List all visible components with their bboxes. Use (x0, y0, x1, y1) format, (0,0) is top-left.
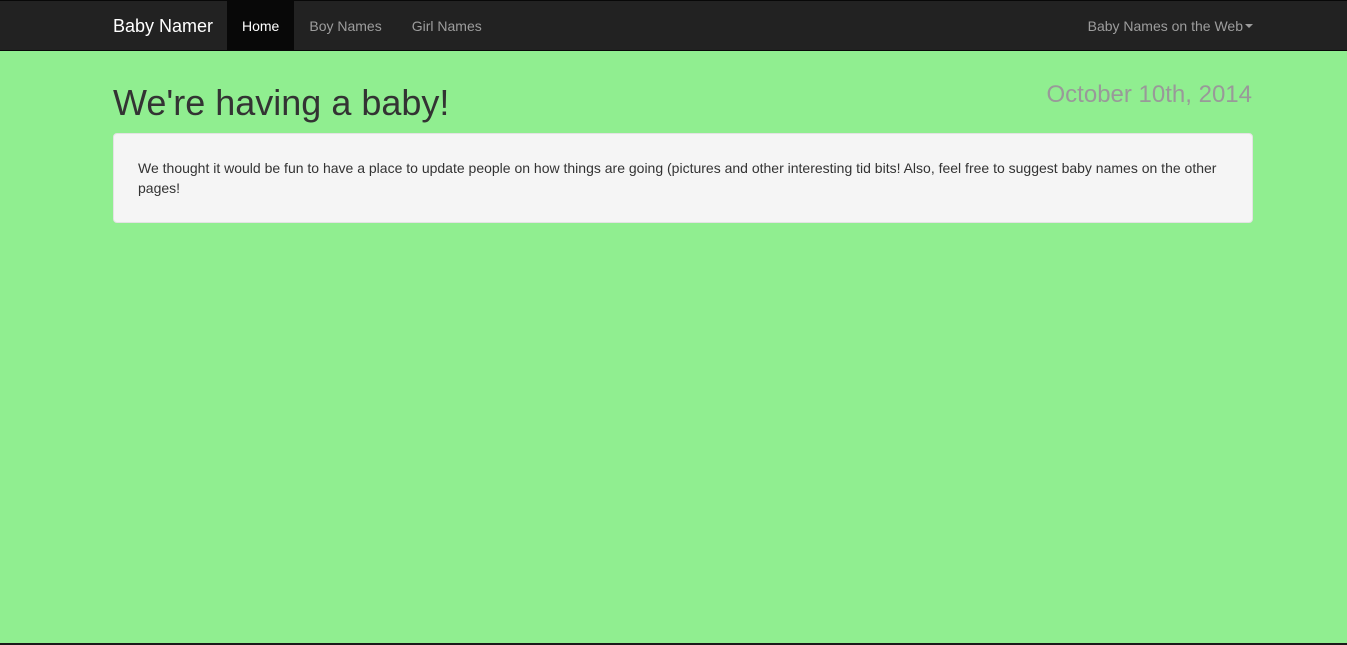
baby-names-web-dropdown[interactable]: Baby Names on the Web (1088, 1, 1253, 51)
post-date: October 10th, 2014 (1046, 81, 1252, 108)
nav-menu: Home Boy Names Girl Names (227, 1, 497, 51)
top-navbar: Baby Namer Home Boy Names Girl Names Bab… (0, 0, 1347, 51)
caret-down-icon (1245, 24, 1253, 28)
brand-link[interactable]: Baby Namer (113, 1, 213, 51)
intro-panel: We thought it would be fun to have a pla… (113, 133, 1253, 223)
dropdown-label: Baby Names on the Web (1087, 18, 1243, 34)
nav-item-boy-names[interactable]: Boy Names (294, 1, 396, 51)
nav-item-home[interactable]: Home (227, 1, 295, 51)
page-title: We're having a baby! (113, 82, 450, 123)
nav-item-girl-names[interactable]: Girl Names (397, 1, 497, 51)
intro-text: We thought it would be fun to have a pla… (138, 160, 1217, 196)
